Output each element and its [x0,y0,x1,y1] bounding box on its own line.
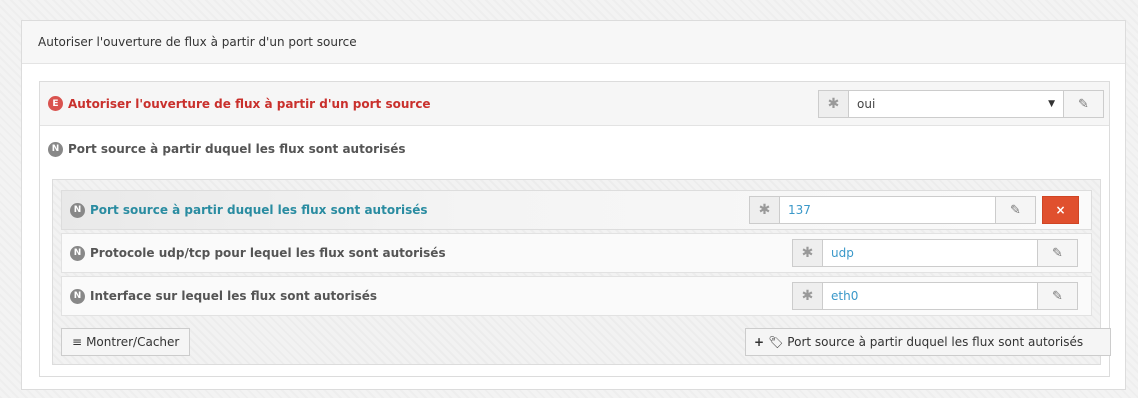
settings-panel: Autoriser l'ouverture de flux à partir d… [21,20,1126,390]
required-icon: ✱ [792,239,822,267]
bars-icon: ≡ [72,335,83,349]
variable-label: Interface sur lequel les flux sont autor… [90,289,377,303]
panel-title: Autoriser l'ouverture de flux à partir d… [22,21,1125,64]
plus-icon: + [754,335,765,349]
mode-badge: E [48,96,63,111]
protocol-input[interactable]: udp [822,239,1038,267]
master-select-value: oui [857,97,876,111]
interface-input[interactable]: eth0 [822,282,1038,310]
section-header: N Port source à partir duquel les flux s… [40,126,1109,172]
master-input-group: ✱ oui ▼ ✎ [818,90,1104,118]
tag-icon: 🏷 [768,335,784,349]
pencil-square-icon: ✎ [1078,96,1089,112]
port-input-group: ✱ 137 ✎ × [749,196,1079,224]
edit-button[interactable]: ✎ [1038,282,1078,310]
interface-input-group: ✱ eth0 ✎ [792,282,1078,310]
add-port-label: Port source à partir duquel les flux son… [787,335,1084,349]
mode-badge: N [70,202,85,218]
mode-badge: N [48,141,63,157]
variable-label: Protocole udp/tcp pour lequel les flux s… [90,246,446,260]
port-input[interactable]: 137 [779,196,996,224]
master-variable-label: Autoriser l'ouverture de flux à partir d… [68,96,431,111]
variable-label: Port source à partir duquel les flux son… [90,203,428,217]
show-hide-button[interactable]: ≡ Montrer/Cacher [61,328,191,356]
mode-badge: N [70,245,85,261]
mode-badge: N [70,288,85,304]
required-icon: ✱ [792,282,822,310]
required-icon: ✱ [749,196,779,224]
variable-row-interface: N Interface sur lequel les flux sont aut… [61,276,1092,316]
add-port-button[interactable]: + 🏷 Port source à partir duquel les flux… [745,328,1111,356]
master-variable-row: E Autoriser l'ouverture de flux à partir… [40,82,1109,126]
pencil-square-icon: ✎ [1052,245,1063,261]
protocol-input-group: ✱ udp ✎ [792,239,1078,267]
show-hide-label: Montrer/Cacher [86,335,180,349]
variable-row-port: N Port source à partir duquel les flux s… [61,190,1092,230]
edit-button[interactable]: ✎ [996,196,1036,224]
caret-down-icon: ▼ [1048,99,1055,109]
variable-family: E Autoriser l'ouverture de flux à partir… [39,81,1111,377]
delete-button[interactable]: × [1042,196,1079,224]
variable-row-protocol: N Protocole udp/tcp pour lequel les flux… [61,233,1092,273]
variable-group: N Port source à partir duquel les flux s… [52,179,1111,365]
required-icon: ✱ [818,90,848,118]
section-label: Port source à partir duquel les flux son… [68,142,406,156]
pencil-square-icon: ✎ [1010,202,1021,218]
pencil-square-icon: ✎ [1052,288,1063,304]
edit-button[interactable]: ✎ [1064,90,1104,118]
master-select[interactable]: oui ▼ [848,90,1064,118]
edit-button[interactable]: ✎ [1038,239,1078,267]
